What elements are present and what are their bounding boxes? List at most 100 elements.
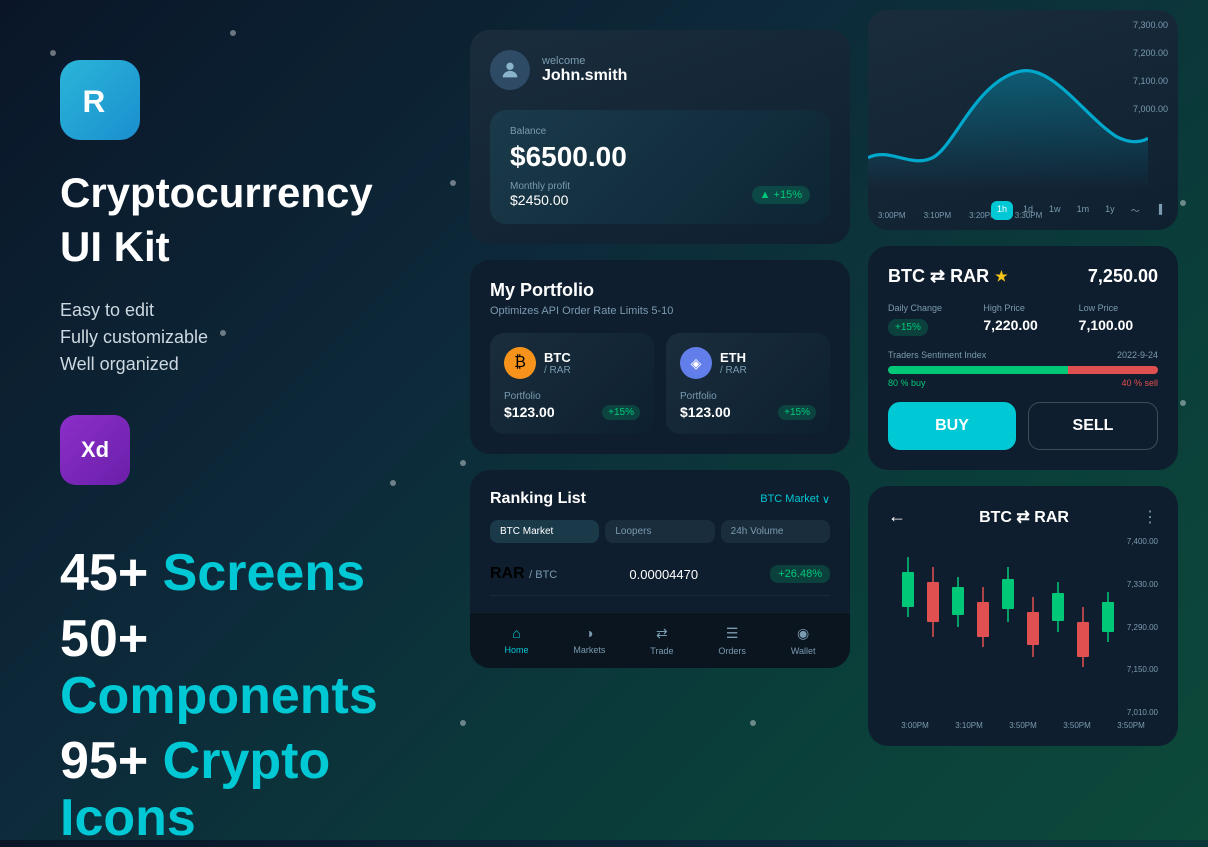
nav-home[interactable]: ⌂ Home	[504, 625, 528, 656]
sell-pct: 40 % sell	[1121, 378, 1158, 388]
screens-label: Screens	[163, 544, 365, 602]
ranking-row: RAR / BTC 0.00004470 +26.48%	[490, 553, 830, 596]
nav-wallet[interactable]: ◉ Wallet	[791, 625, 816, 656]
pair-text: BTC ⇄ RAR	[888, 266, 989, 287]
btc-market-label: BTC Market	[760, 493, 819, 505]
tab-1m[interactable]: 1m	[1071, 201, 1096, 220]
nav-orders-label: Orders	[718, 646, 746, 656]
trade-icon: ⇄	[656, 625, 668, 642]
candle-time-labels: 3:00PM 3:10PM 3:50PM 3:50PM 3:50PM	[888, 721, 1158, 730]
candle-y-labels: 7,400.00 7,330.00 7,290.00 7,150.00 7,01…	[1127, 537, 1158, 717]
candle-title: BTC ⇄ RAR	[979, 507, 1069, 527]
btc-market-link[interactable]: BTC Market ∨	[760, 493, 830, 506]
more-options-icon[interactable]: ⋮	[1142, 507, 1158, 527]
tab-line[interactable]: 〜	[1125, 201, 1146, 220]
sentiment-label: Traders Sentiment Index	[888, 350, 986, 360]
tab-1w[interactable]: 1w	[1043, 201, 1067, 220]
trade-detail-card: BTC ⇄ RAR ★ 7,250.00 Daily Change +15% H…	[868, 246, 1178, 470]
cy-5: 7,010.00	[1127, 708, 1158, 717]
eth-name: ETH	[720, 350, 747, 365]
balance-label: Balance	[510, 126, 810, 137]
high-price-value: 7,220.00	[983, 317, 1062, 333]
ct-5: 3:50PM	[1117, 721, 1145, 730]
rank-col-btc: BTC Market	[490, 520, 599, 543]
orders-icon: ☰	[726, 625, 739, 642]
eth-icon: ◈	[680, 347, 712, 379]
feature-2: Fully customizable	[60, 327, 480, 348]
portfolio-section: My Portfolio Optimizes API Order Rate Li…	[470, 260, 850, 454]
cy-3: 7,290.00	[1127, 623, 1158, 632]
arrow-up-icon: ▲	[760, 189, 771, 201]
middle-section: welcome John.smith Balance $6500.00 Mont…	[470, 30, 850, 668]
nav-markets[interactable]: ◑ Markets	[573, 625, 605, 656]
profit-label: Monthly profit	[510, 181, 570, 192]
dashboard-card: welcome John.smith Balance $6500.00 Mont…	[470, 30, 850, 244]
line-chart-svg	[868, 50, 1148, 190]
btc-change: +15%	[602, 405, 640, 420]
user-name: John.smith	[542, 67, 627, 85]
candlestick-svg	[888, 537, 1128, 707]
nav-markets-label: Markets	[573, 645, 605, 655]
components-number: 50+	[60, 610, 148, 668]
portfolio-items: ₿ BTC / RAR Portfolio $123.00 +15% ◈ ETH	[490, 333, 830, 434]
star-icon: ★	[995, 268, 1008, 285]
rank-base: / BTC	[529, 569, 557, 581]
portfolio-subtitle: Optimizes API Order Rate Limits 5-10	[490, 305, 830, 317]
markets-icon: ◑	[585, 625, 593, 641]
buy-bar	[888, 366, 1068, 374]
home-icon: ⌂	[512, 625, 520, 641]
back-arrow-icon[interactable]: ←	[888, 506, 906, 527]
candlestick-card: ← BTC ⇄ RAR ⋮ 7,400.00 7,330.00 7,290.00…	[868, 486, 1178, 746]
tab-1y[interactable]: 1y	[1099, 201, 1121, 220]
decorative-dot	[750, 720, 756, 726]
low-price-value: 7,100.00	[1079, 317, 1158, 333]
nav-trade[interactable]: ⇄ Trade	[650, 625, 673, 656]
sentiment-date: 2022-9-24	[1117, 350, 1158, 360]
candle-header: ← BTC ⇄ RAR ⋮	[888, 506, 1158, 527]
ranking-title: Ranking List	[490, 490, 586, 508]
feature-1: Easy to edit	[60, 300, 480, 321]
wallet-icon: ◉	[797, 625, 809, 642]
btc-icon: ₿	[504, 347, 536, 379]
right-section: 7,300.00 7,200.00 7,100.00 7,000.00 3:00…	[868, 10, 1178, 746]
eth-change: +15%	[778, 405, 816, 420]
stat-components: 50+ Components	[60, 611, 480, 725]
tab-bar[interactable]: ▐	[1150, 201, 1168, 220]
coin-info-eth: ETH / RAR	[720, 350, 747, 376]
rank-col-volume: 24h Volume	[721, 520, 830, 543]
app-logo: R	[60, 60, 140, 140]
eth-port-row: $123.00 +15%	[680, 404, 816, 420]
sentiment-values: 80 % buy 40 % sell	[888, 378, 1158, 388]
nav-orders[interactable]: ☰ Orders	[718, 625, 746, 656]
main-title-line2: UI Kit	[60, 224, 480, 270]
daily-change-value: +15%	[888, 319, 928, 336]
rank-change: +26.48%	[770, 565, 830, 583]
chevron-down-icon: ∨	[822, 493, 830, 506]
decorative-dot	[1180, 400, 1186, 406]
buy-button[interactable]: BUY	[888, 402, 1016, 450]
main-title-line1: Cryptocurrency	[60, 170, 480, 216]
screens-number: 45+	[60, 544, 148, 602]
ct-2: 3:10PM	[955, 721, 983, 730]
rank-symbol: RAR	[490, 565, 525, 582]
candle-chart-area: 7,400.00 7,330.00 7,290.00 7,150.00 7,01…	[888, 537, 1158, 717]
components-label: Components	[60, 667, 378, 725]
tab-1d[interactable]: 1d	[1017, 201, 1039, 220]
btc-name: BTC	[544, 350, 571, 365]
user-icon	[499, 59, 521, 81]
profit-badge: ▲ +15%	[752, 186, 810, 204]
rank-col-loopers: Loopers	[605, 520, 714, 543]
ct-3: 3:50PM	[1009, 721, 1037, 730]
stat-screens: 45+ Screens	[60, 545, 480, 602]
tab-1h[interactable]: 1h	[991, 201, 1013, 220]
ct-1: 3:00PM	[901, 721, 929, 730]
ct-4: 3:50PM	[1063, 721, 1091, 730]
rank-price: 0.00004470	[629, 567, 698, 582]
user-header: welcome John.smith	[490, 50, 830, 90]
buy-pct: 80 % buy	[888, 378, 926, 388]
btc-pair: / RAR	[544, 365, 571, 376]
sell-button[interactable]: SELL	[1028, 402, 1158, 450]
decorative-dot	[1180, 200, 1186, 206]
btc-port-row: $123.00 +15%	[504, 404, 640, 420]
pair-name: BTC ⇄ RAR ★	[888, 266, 1008, 287]
